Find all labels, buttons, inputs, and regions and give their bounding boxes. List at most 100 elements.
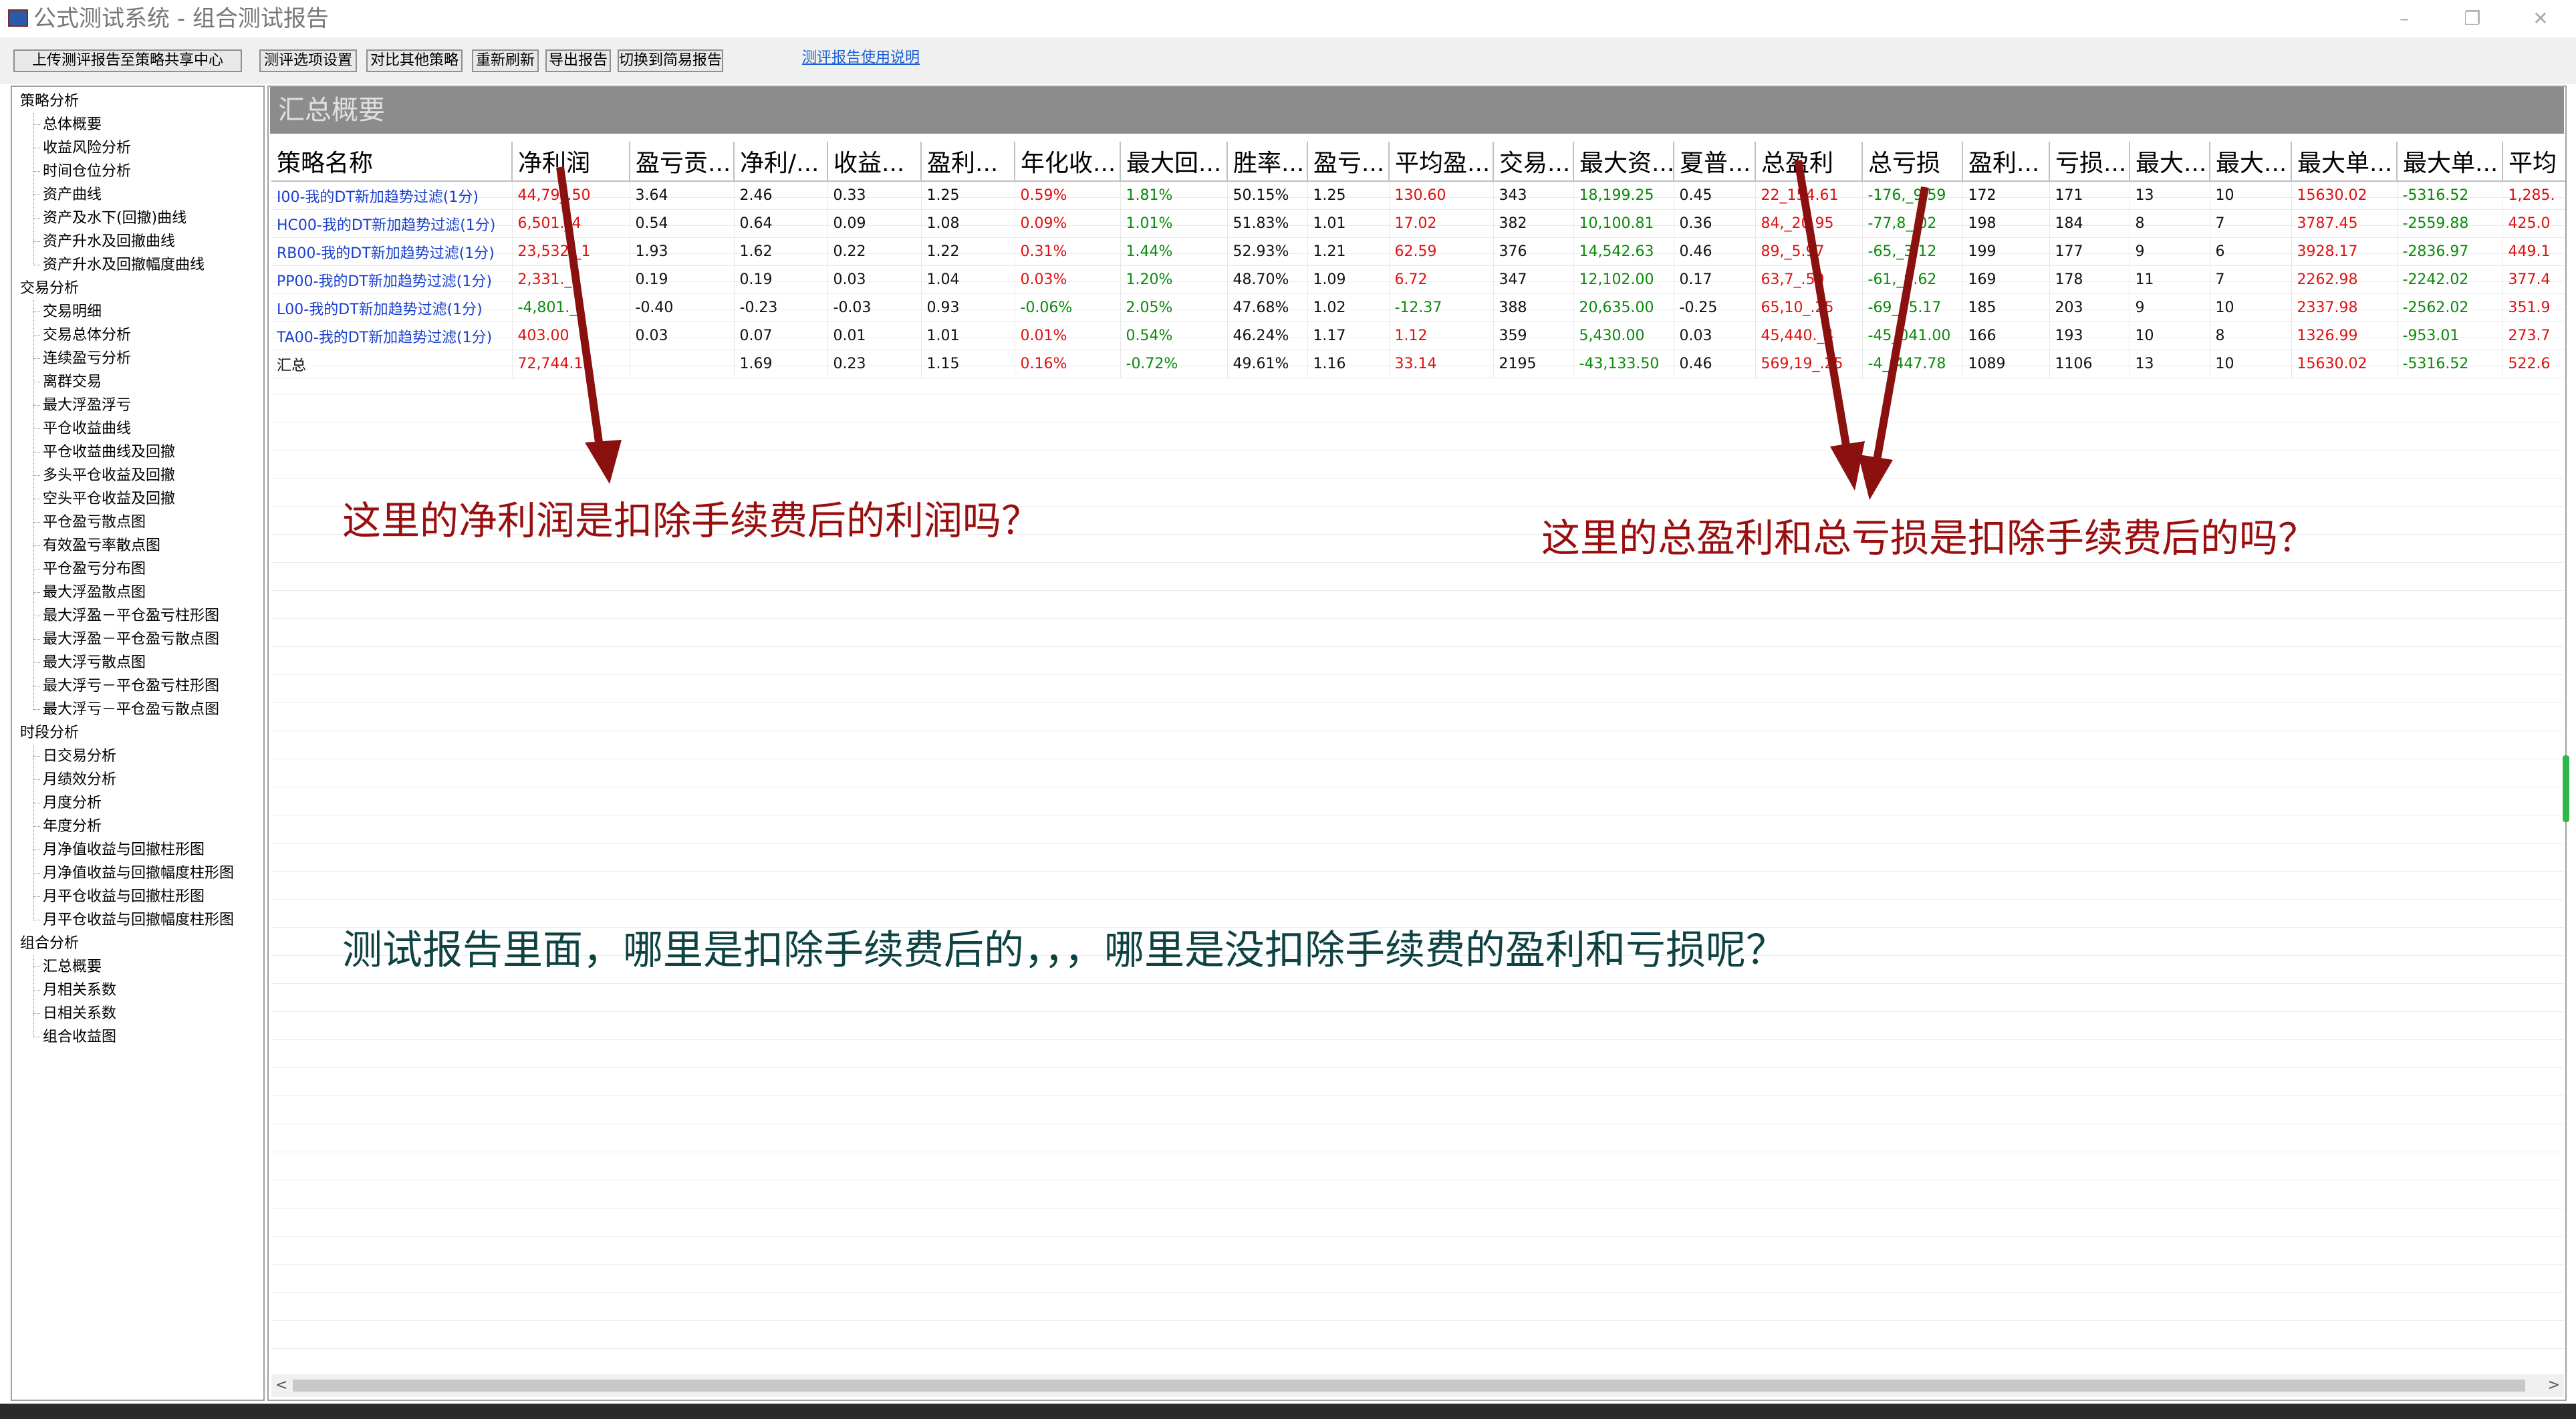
column-header[interactable]: 最大... [2210, 142, 2292, 182]
minimize-button[interactable]: – [2381, 3, 2428, 35]
tree-item[interactable]: 平仓收益曲线 [33, 417, 131, 440]
column-header[interactable]: 盈亏贡... [630, 142, 735, 182]
close-button[interactable]: ✕ [2517, 3, 2564, 35]
column-header[interactable]: 总亏损 [1862, 142, 1963, 182]
table-cell: 203 [2049, 293, 2130, 322]
tree-item[interactable]: 交易总体分析 [33, 324, 131, 347]
table-cell: -77,8_.02 [1862, 209, 1963, 238]
tree-item[interactable]: 月相关系数 [33, 979, 116, 1002]
tree-item[interactable]: 月净值收益与回撤柱形图 [33, 838, 205, 862]
restore-button[interactable]: ❐ [2449, 3, 2496, 35]
table-row[interactable]: L00-我的DT新加趋势过滤(1分) -4,801._ -0.40 -0.23 -0.0… [271, 293, 2565, 322]
tree-item[interactable]: 资产曲线 [33, 183, 102, 207]
table-cell: 522.6 [2502, 350, 2565, 378]
table-row[interactable]: TA00-我的DT新加趋势过滤(1分) 403.00 0.03 0.07 0.01 1.0… [271, 321, 2565, 350]
column-header[interactable]: 平均盈... [1389, 142, 1494, 182]
tree-item[interactable]: 最大浮亏－平仓盈亏散点图 [33, 698, 219, 721]
table-cell: 185 [1962, 293, 2050, 322]
column-header[interactable]: 净利润 [512, 142, 630, 182]
compare-strategy-button[interactable]: 对比其他策略 [366, 49, 463, 72]
tree-item[interactable]: 日相关系数 [33, 1002, 116, 1025]
tree-item[interactable]: 平仓盈亏分布图 [33, 557, 146, 581]
scrollbar-thumb[interactable] [293, 1380, 2525, 1392]
tree-item[interactable]: 连续盈亏分析 [33, 347, 131, 370]
column-header[interactable]: 交易... [1493, 142, 1574, 182]
table-cell: 177 [2049, 237, 2130, 266]
column-header[interactable]: 年化收... [1015, 142, 1121, 182]
table-row[interactable]: RB00-我的DT新加趋势过滤(1分) 23,532._1 1.93 1.62 0.22… [271, 237, 2565, 266]
column-header[interactable]: 最大... [2130, 142, 2210, 182]
table-cell: 46.24% [1227, 321, 1308, 350]
tree-group[interactable]: 时段分析 [20, 721, 79, 745]
tree-item[interactable]: 日交易分析 [33, 745, 116, 768]
export-report-button[interactable]: 导出报告 [545, 49, 611, 72]
report-options-button[interactable]: 测评选项设置 [259, 49, 357, 72]
column-header[interactable]: 最大回... [1120, 142, 1228, 182]
tree-item[interactable]: 离群交易 [33, 370, 102, 394]
tree-item[interactable]: 收益风险分析 [33, 136, 131, 160]
horizontal-scrollbar[interactable]: < > [271, 1374, 2564, 1397]
table-cell: 0.33 [827, 181, 922, 210]
tree-item[interactable]: 年度分析 [33, 815, 102, 838]
column-header[interactable]: 最大单... [2397, 142, 2503, 182]
tree-item[interactable]: 最大浮盈－平仓盈亏柱形图 [33, 604, 219, 628]
table-row[interactable]: HC00-我的DT新加趋势过滤(1分) 6,501._4 0.54 0.64 0.09 1… [271, 209, 2565, 238]
tree-item[interactable]: 最大浮亏－平仓盈亏柱形图 [33, 674, 219, 698]
table-row[interactable]: I00-我的DT新加趋势过滤(1分) 44,79_.50 3.64 2.46 0.33 1… [271, 181, 2565, 210]
column-header[interactable]: 净利/... [734, 142, 828, 182]
column-header[interactable]: 收益... [827, 142, 922, 182]
switch-simple-report-button[interactable]: 切换到简易报告 [618, 49, 723, 72]
tree-item[interactable]: 汇总概要 [33, 955, 102, 979]
tree-item[interactable]: 月绩效分析 [33, 768, 116, 791]
tree-item[interactable]: 资产及水下(回撤)曲线 [33, 207, 186, 230]
tree-item[interactable]: 最大浮盈散点图 [33, 581, 146, 604]
tree-item[interactable]: 平仓收益曲线及回撤 [33, 440, 175, 464]
tree-group[interactable]: 交易分析 [20, 277, 79, 300]
tree-item[interactable]: 时间仓位分析 [33, 160, 131, 183]
table-cell: 1.25 [1307, 181, 1390, 210]
column-header[interactable]: 盈利... [1962, 142, 2050, 182]
column-header[interactable]: 平均 [2502, 142, 2565, 182]
table-row[interactable]: PP00-我的DT新加趋势过滤(1分) 2,331._ 0.19 0.19 0.03 1.… [271, 265, 2565, 294]
column-header[interactable]: 夏普... [1674, 142, 1756, 182]
table-cell: -0.72% [1120, 350, 1228, 378]
tree-item[interactable]: 月平仓收益与回撤幅度柱形图 [33, 908, 234, 932]
tree-item[interactable]: 多头平仓收益及回撤 [33, 464, 175, 487]
column-header[interactable]: 最大单... [2291, 142, 2398, 182]
tree-item[interactable]: 总体概要 [33, 113, 102, 136]
table-row[interactable]: 汇总 72,744.1 1.69 0.23 1.15 0.16% -0.72% 49.61% 1… [271, 350, 2565, 378]
tree-item[interactable]: 月平仓收益与回撤柱形图 [33, 885, 205, 908]
tree-item[interactable]: 空头平仓收益及回撤 [33, 487, 175, 511]
table-cell: 1.20% [1120, 265, 1228, 294]
column-header[interactable]: 胜率... [1227, 142, 1308, 182]
tree-item[interactable]: 资产升水及回撤曲线 [33, 230, 175, 253]
table-cell: 1.44% [1120, 237, 1228, 266]
help-link[interactable]: 测评报告使用说明 [802, 45, 920, 67]
table-cell: 2.46 [734, 181, 828, 210]
tree-item[interactable]: 组合收益图 [33, 1025, 116, 1049]
column-header[interactable]: 策略名称 [271, 142, 513, 182]
tree-item[interactable]: 月度分析 [33, 791, 102, 815]
tree-item[interactable]: 交易明细 [33, 300, 102, 324]
column-header[interactable]: 盈亏... [1307, 142, 1390, 182]
tree-item[interactable]: 平仓盈亏散点图 [33, 511, 146, 534]
vertical-scroll-indicator[interactable] [2563, 755, 2569, 822]
tree-item[interactable]: 最大浮亏散点图 [33, 651, 146, 674]
tree-group[interactable]: 策略分析 [20, 90, 79, 113]
tree-item[interactable]: 资产升水及回撤幅度曲线 [33, 253, 205, 277]
tree-item[interactable]: 最大浮盈－平仓盈亏散点图 [33, 628, 219, 651]
scroll-left-icon[interactable]: < [275, 1374, 287, 1397]
table-cell: RB00-我的DT新加趋势过滤(1分) [271, 237, 513, 266]
column-header[interactable]: 盈利... [921, 142, 1015, 182]
column-header[interactable]: 亏损... [2049, 142, 2130, 182]
column-header[interactable]: 总盈利 [1755, 142, 1863, 182]
column-header[interactable]: 最大资... [1573, 142, 1674, 182]
scroll-right-icon[interactable]: > [2548, 1374, 2560, 1397]
tree-item[interactable]: 有效盈亏率散点图 [33, 534, 160, 557]
tree-group[interactable]: 组合分析 [20, 932, 79, 955]
refresh-button[interactable]: 重新刷新 [472, 49, 539, 72]
table-cell: 6,501._4 [512, 209, 630, 238]
tree-item[interactable]: 月净值收益与回撤幅度柱形图 [33, 862, 234, 885]
upload-report-button[interactable]: 上传测评报告至策略共享中心 [13, 49, 242, 72]
tree-item[interactable]: 最大浮盈浮亏 [33, 394, 131, 417]
